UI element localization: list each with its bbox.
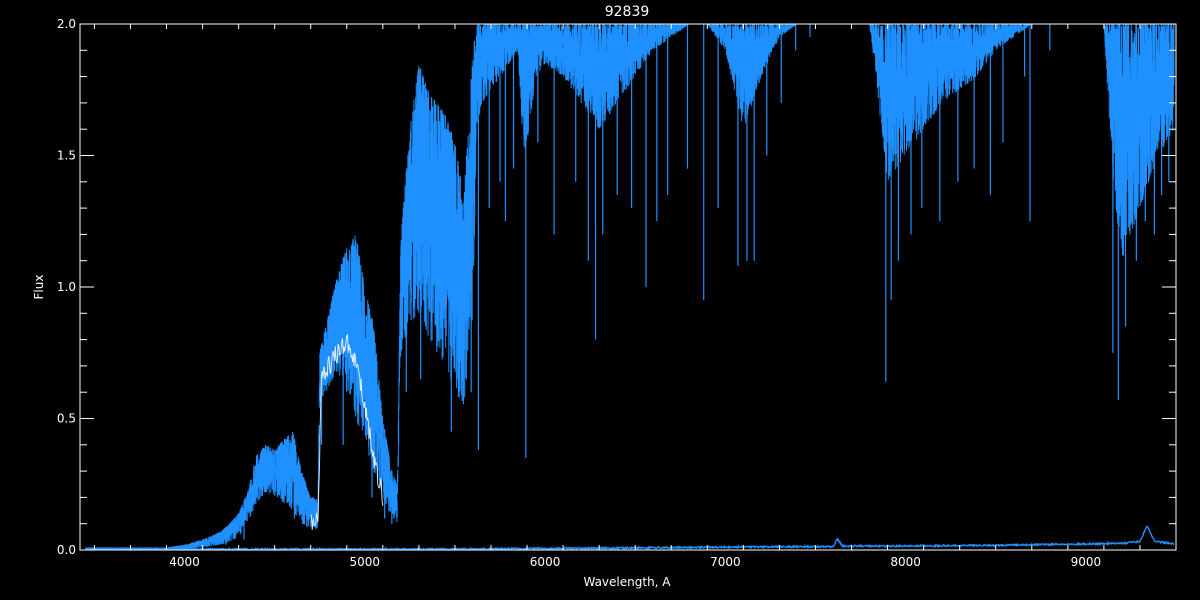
y-tick-label: 2.0	[57, 17, 76, 31]
y-tick-label: 0.5	[57, 412, 76, 426]
y-tick-label: 0.0	[57, 543, 76, 557]
y-tick-label: 1.0	[57, 280, 76, 294]
y-axis-label: Flux	[32, 275, 46, 300]
x-tick-label: 9000	[1071, 555, 1102, 569]
x-tick-label: 4000	[169, 555, 200, 569]
x-tick-label: 8000	[890, 555, 921, 569]
x-axis-label: Wavelength, A	[583, 575, 671, 589]
x-tick-label: 5000	[350, 555, 381, 569]
x-tick-label: 6000	[530, 555, 561, 569]
y-tick-label: 1.5	[57, 149, 76, 163]
spectrum-chart: 92839 Flux Wavelength, A 4000 5000 6000 700…	[0, 0, 1200, 600]
chart-title: 92839	[605, 4, 650, 20]
x-tick-label: 7000	[710, 555, 741, 569]
